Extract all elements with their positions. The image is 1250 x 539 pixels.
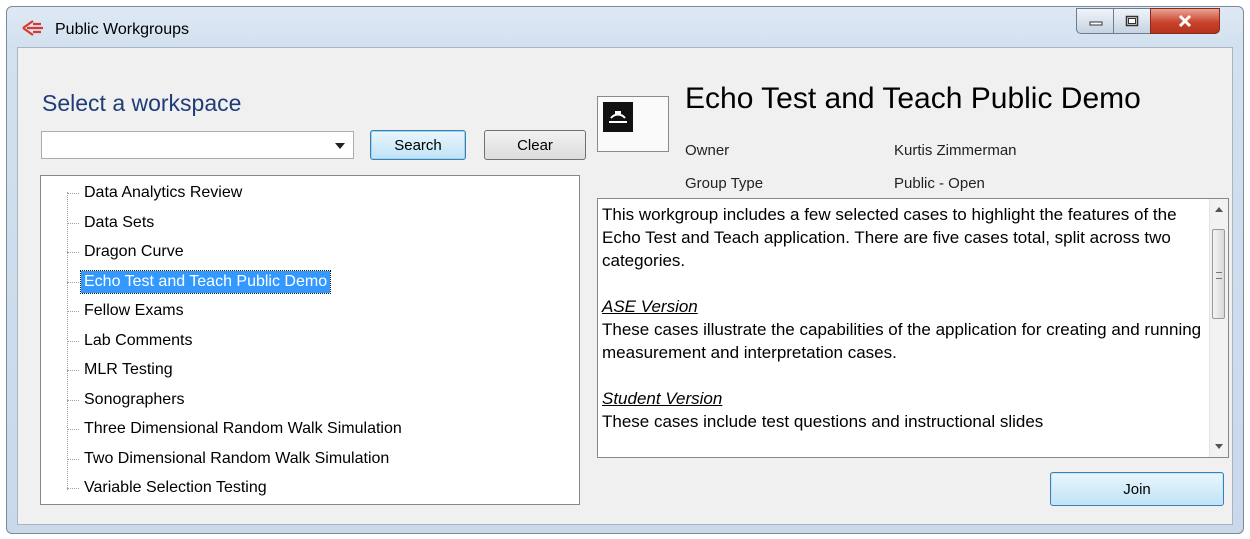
- app-window: Public Workgroups Select a workspace Sea…: [6, 6, 1244, 534]
- tree-item-label[interactable]: Lab Comments: [81, 330, 196, 352]
- workgroup-title: Echo Test and Teach Public Demo: [685, 82, 1141, 115]
- title-bar[interactable]: Public Workgroups: [7, 7, 1243, 47]
- group-type-label: Group Type: [685, 175, 764, 192]
- section-text-student: These cases include test questions and i…: [602, 412, 1044, 431]
- tree-item-label[interactable]: Data Analytics Review: [81, 182, 245, 204]
- group-type-value: Public - Open: [894, 175, 985, 192]
- maximize-icon: [1125, 15, 1139, 27]
- tree-item-label[interactable]: Data Sets: [81, 212, 157, 234]
- scrollbar-thumb[interactable]: [1212, 229, 1225, 319]
- tree-item-label[interactable]: Three Dimensional Random Walk Simulation: [81, 418, 405, 440]
- tree-item-label[interactable]: Fellow Exams: [81, 300, 187, 322]
- section-title-student: Student Version: [602, 389, 723, 408]
- select-workspace-heading: Select a workspace: [42, 90, 242, 116]
- workspace-search-combobox[interactable]: [41, 131, 354, 159]
- scroll-down-icon[interactable]: [1215, 444, 1223, 449]
- tree-item-label[interactable]: Dragon Curve: [81, 241, 187, 263]
- description-scrollbar[interactable]: [1209, 199, 1228, 457]
- description-intro: This workgroup includes a few selected c…: [602, 205, 1177, 270]
- maximize-button[interactable]: [1113, 8, 1151, 34]
- owner-value: Kurtis Zimmerman: [894, 142, 1017, 159]
- window-title: Public Workgroups: [55, 21, 189, 38]
- tree-item-label[interactable]: Two Dimensional Random Walk Simulation: [81, 448, 392, 470]
- description-box[interactable]: This workgroup includes a few selected c…: [597, 198, 1229, 458]
- minimize-button[interactable]: [1076, 8, 1114, 34]
- minimize-icon: [1089, 21, 1102, 26]
- close-icon: [1178, 14, 1192, 28]
- workgroup-image: [597, 96, 669, 152]
- scroll-up-icon[interactable]: [1215, 207, 1223, 212]
- tree-item-label[interactable]: Variable Selection Testing: [81, 477, 270, 499]
- close-button[interactable]: [1150, 8, 1220, 34]
- clear-button[interactable]: Clear: [484, 130, 586, 160]
- echo-image-icon: [603, 102, 633, 132]
- tree-item-label[interactable]: Echo Test and Teach Public Demo: [79, 270, 332, 294]
- tree-item-label[interactable]: MLR Testing: [81, 359, 176, 381]
- owner-label: Owner: [685, 142, 730, 159]
- description-text: This workgroup includes a few selected c…: [602, 203, 1202, 433]
- workspace-tree[interactable]: Data Analytics Review Data Sets Dragon C…: [40, 175, 580, 505]
- search-button[interactable]: Search: [370, 130, 466, 160]
- chevron-down-icon[interactable]: [335, 143, 345, 149]
- tree-item-label[interactable]: Sonographers: [81, 389, 188, 411]
- app-logo-icon: [22, 20, 43, 36]
- client-area: Select a workspace Search Clear Data Ana…: [17, 47, 1233, 525]
- section-title-ase: ASE Version: [602, 297, 698, 316]
- join-button[interactable]: Join: [1050, 472, 1224, 506]
- section-text-ase: These cases illustrate the capabilities …: [602, 320, 1202, 362]
